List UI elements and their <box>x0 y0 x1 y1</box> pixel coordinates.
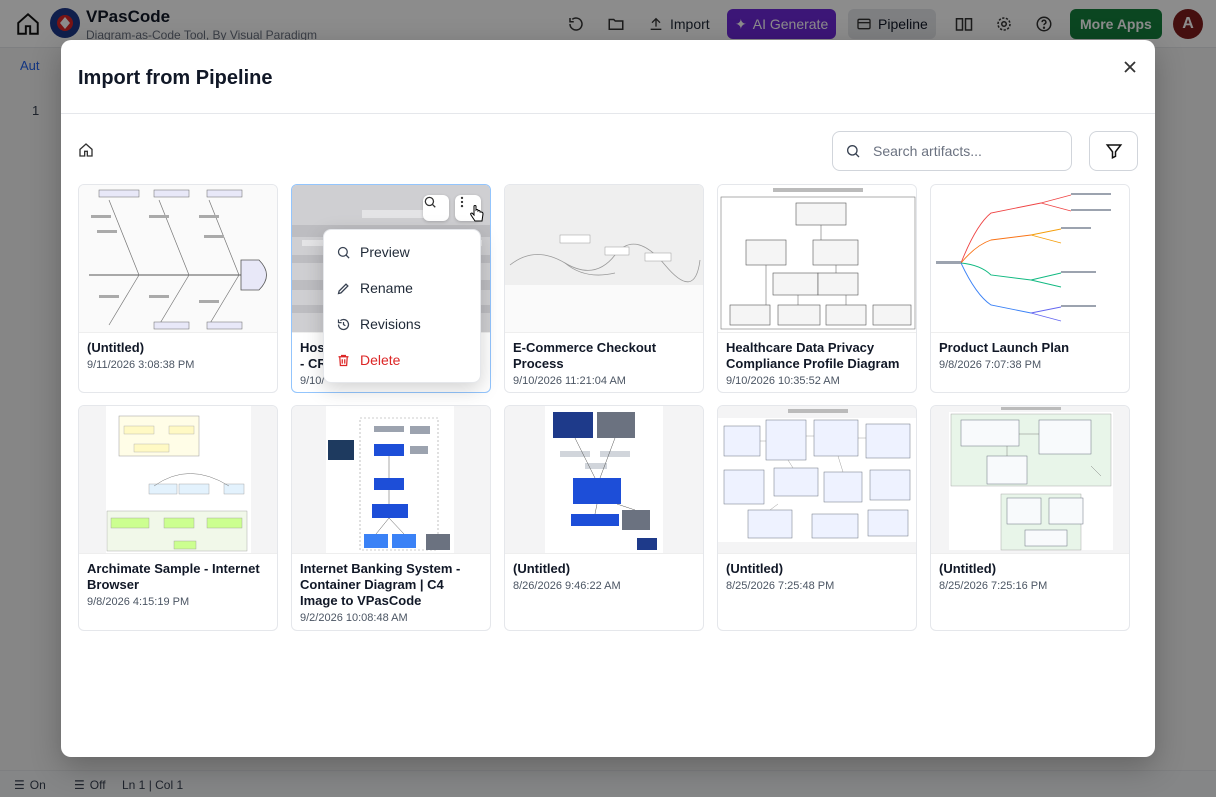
kebab-menu-icon <box>460 196 464 208</box>
menu-item-revisions-label: Revisions <box>360 316 421 332</box>
hand-cursor-icon <box>469 205 485 230</box>
history-icon <box>337 318 350 330</box>
preview-hover-button[interactable] <box>423 195 449 221</box>
artifact-card[interactable]: Healthcare Data Privacy Compliance Profi… <box>717 184 917 393</box>
artifact-card[interactable]: Internet Banking System - Container Diag… <box>291 405 491 631</box>
close-icon[interactable] <box>1119 56 1141 78</box>
artifact-date: 9/8/2026 4:15:19 PM <box>87 596 190 608</box>
home-breadcrumb-icon[interactable] <box>78 142 96 160</box>
search-icon <box>845 143 861 164</box>
artifact-thumbnail <box>292 406 490 554</box>
artifact-thumbnail <box>505 406 703 554</box>
filter-icon <box>1105 144 1122 159</box>
artifact-card[interactable]: Archimate Sample - Internet Browser 9/8/… <box>78 405 278 631</box>
search-icon <box>337 246 350 259</box>
filter-button[interactable] <box>1089 131 1138 171</box>
artifact-thumbnail <box>505 185 703 333</box>
artifact-thumbnail <box>931 185 1129 333</box>
modal-title: Import from Pipeline <box>78 67 273 89</box>
artifact-date: 9/10/2026 10:35:52 AM <box>726 375 840 387</box>
artifact-date: 9/10/2026 11:21:04 AM <box>513 375 626 387</box>
menu-item-preview-label: Preview <box>360 244 410 260</box>
artifact-thumbnail <box>79 406 277 554</box>
import-modal: Import from Pipeline Search artifacts...… <box>61 40 1155 757</box>
artifact-card[interactable]: (Untitled) 8/25/2026 7:25:48 PM <box>717 405 917 631</box>
modal-header: Import from Pipeline <box>61 40 1155 114</box>
context-menu: Preview Rename Revisions Delete <box>323 229 481 383</box>
search-box <box>832 131 1072 171</box>
menu-item-revisions[interactable]: Revisions <box>324 306 480 342</box>
artifact-title: Product Launch Plan <box>939 340 1070 355</box>
artifact-date: 8/25/2026 7:25:16 PM <box>939 580 1048 592</box>
pencil-icon <box>337 282 349 294</box>
artifact-title: E-Commerce Checkout Process <box>513 340 657 371</box>
artifact-thumbnail <box>718 185 916 333</box>
artifact-card[interactable]: (Untitled) 8/25/2026 7:25:16 PM <box>930 405 1130 631</box>
artifact-date: 9/11/2026 3:08:38 PM <box>87 359 195 371</box>
artifact-thumbnail <box>79 185 277 333</box>
menu-item-rename[interactable]: Rename <box>324 270 480 306</box>
artifact-title: Internet Banking System - Container Diag… <box>300 561 461 608</box>
artifact-title: (Untitled) <box>87 340 145 355</box>
artifact-date: 9/2/2026 10:08:48 AM <box>300 612 408 624</box>
menu-item-delete-label: Delete <box>360 352 401 368</box>
artifact-card[interactable]: Product Launch Plan 9/8/2026 7:07:38 PM <box>930 184 1130 393</box>
artifact-thumbnail <box>718 406 916 554</box>
search-input[interactable] <box>873 140 1063 162</box>
artifact-title: Archimate Sample - Internet Browser <box>87 561 260 592</box>
artifact-thumbnail <box>931 406 1129 554</box>
artifact-card[interactable]: E-Commerce Checkout Process 9/10/2026 11… <box>504 184 704 393</box>
artifact-title: (Untitled) <box>513 561 571 576</box>
artifact-title: Healthcare Data Privacy Compliance Profi… <box>726 340 900 371</box>
artifact-title: (Untitled) <box>939 561 997 576</box>
artifact-title: (Untitled) <box>726 561 784 576</box>
search-icon <box>424 196 436 208</box>
artifact-card[interactable]: (Untitled) 8/26/2026 9:46:22 AM <box>504 405 704 631</box>
menu-item-preview[interactable]: Preview <box>324 234 480 270</box>
artifact-date: 8/26/2026 9:46:22 AM <box>513 580 621 592</box>
menu-item-delete[interactable]: Delete <box>324 342 480 378</box>
artifact-card[interactable]: (Untitled) 9/11/2026 3:08:38 PM <box>78 184 278 393</box>
menu-item-rename-label: Rename <box>360 280 413 296</box>
artifact-date: 9/8/2026 7:07:38 PM <box>939 359 1042 371</box>
artifact-date: 8/25/2026 7:25:48 PM <box>726 580 835 592</box>
trash-icon <box>338 354 349 366</box>
